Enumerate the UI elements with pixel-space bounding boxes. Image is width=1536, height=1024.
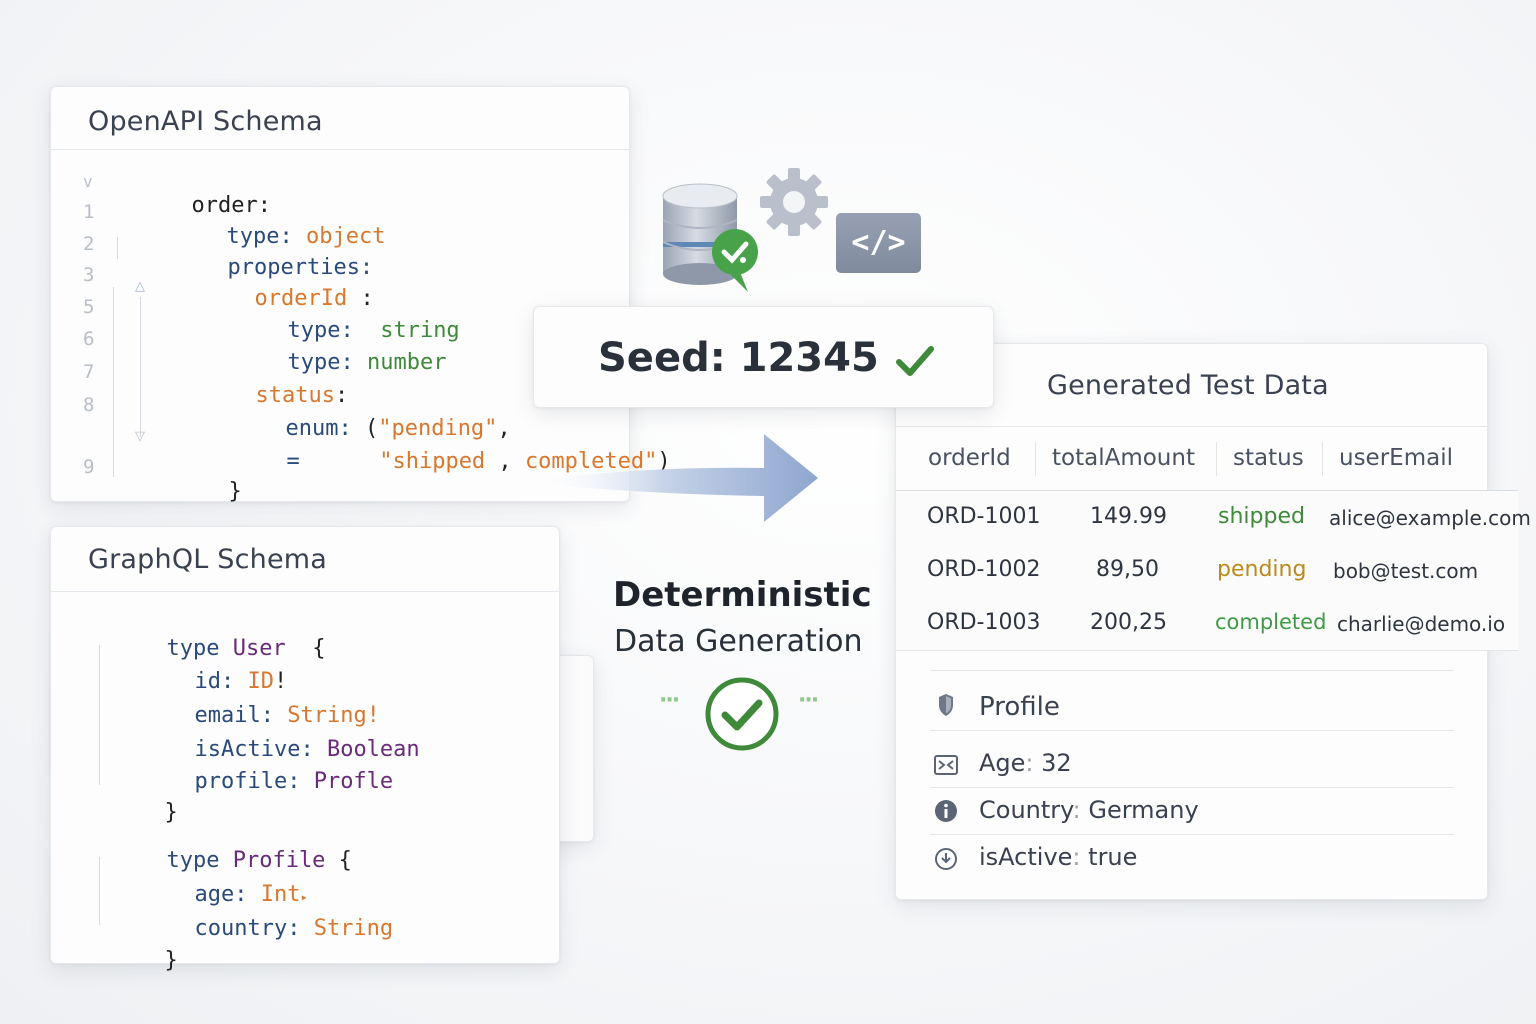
profile-field-country: Country: Germany: [979, 796, 1199, 824]
openapi-title-divider: [51, 149, 629, 150]
cell-status: pending: [1217, 557, 1307, 582]
shield-icon: [939, 694, 953, 716]
indent-guide: [140, 297, 141, 437]
column-header-orderid[interactable]: orderId: [928, 445, 1011, 471]
gql-line-close-profile: }: [164, 948, 178, 973]
openapi-schema-title: OpenAPI Schema: [88, 106, 323, 137]
profile-heading: Profile: [979, 692, 1060, 722]
profile-divider: [930, 787, 1454, 788]
gear-icon: [760, 168, 828, 236]
flow-arrow: [538, 434, 818, 522]
code-icon: </>: [836, 213, 921, 273]
cell-status: completed: [1215, 610, 1327, 634]
cell-orderid: ORD-1003: [927, 610, 1041, 635]
cell-useremail: bob@test.com: [1333, 559, 1479, 583]
column-header-totalamount[interactable]: totalAmount: [1052, 445, 1195, 471]
seed-label: Seed: 12345: [598, 335, 879, 381]
graphql-schema-card: GraphQL Schema type User { id: ID! email…: [50, 526, 560, 973]
graphql-schema-title: GraphQL Schema: [88, 544, 328, 575]
line-number: 9: [83, 456, 95, 478]
deterministic-title: Deterministic: [613, 575, 872, 615]
column-separator: [1322, 442, 1323, 476]
table-row[interactable]: ORD-1002 89,50 pending bob@test.com: [896, 544, 1518, 598]
cell-orderid: ORD-1002: [927, 557, 1041, 582]
graphql-title-divider: [51, 591, 559, 592]
database-icon: [662, 183, 758, 292]
generated-data-title: Generated Test Data: [1047, 370, 1329, 401]
line-number: 8: [83, 394, 95, 416]
generated-data-card: Generated Test Data orderId totalAmount …: [895, 343, 1531, 900]
fold-down-icon[interactable]: ▽: [135, 429, 145, 444]
info-icon: [935, 800, 957, 822]
profile-divider: [930, 834, 1454, 835]
cell-status: shipped: [1218, 504, 1305, 529]
table-row[interactable]: ORD-1003 200,25 completed charlie@demo.i…: [896, 597, 1518, 651]
id-card-icon: [934, 755, 958, 775]
generated-title-divider: [896, 426, 1487, 427]
download-circle-icon: [935, 848, 957, 870]
column-separator: [1216, 442, 1217, 476]
cell-useremail: charlie@demo.io: [1337, 612, 1506, 636]
profile-field-isactive: isActive: true: [979, 843, 1138, 871]
profile-divider: [930, 730, 1454, 731]
cell-totalamount: 89,50: [1096, 557, 1159, 582]
dots-right: ···: [798, 688, 819, 713]
code-line-close-brace: }: [228, 479, 242, 504]
cell-useremail: alice@example.com: [1329, 506, 1531, 530]
seed-check-icon: [896, 346, 934, 376]
profile-top-divider: [930, 670, 1454, 671]
column-separator: [1035, 442, 1036, 476]
table-row[interactable]: ORD-1001 149.99 shipped alice@example.co…: [896, 491, 1531, 545]
dots-left: ···: [659, 688, 680, 713]
cell-orderid: ORD-1001: [927, 504, 1041, 529]
cell-totalamount: 149.99: [1090, 504, 1167, 529]
fold-up-icon[interactable]: △: [135, 279, 145, 294]
check-circle-icon: [705, 677, 779, 751]
column-header-status[interactable]: status: [1233, 445, 1304, 471]
cell-totalamount: 200,25: [1090, 610, 1167, 635]
indent-guide: [113, 287, 114, 477]
profile-field-age: Age: 32: [979, 749, 1072, 777]
data-generation-subtitle: Data Generation: [614, 624, 863, 659]
column-header-useremail[interactable]: userEmail: [1339, 445, 1453, 471]
seed-card: Seed: 12345: [533, 306, 994, 408]
